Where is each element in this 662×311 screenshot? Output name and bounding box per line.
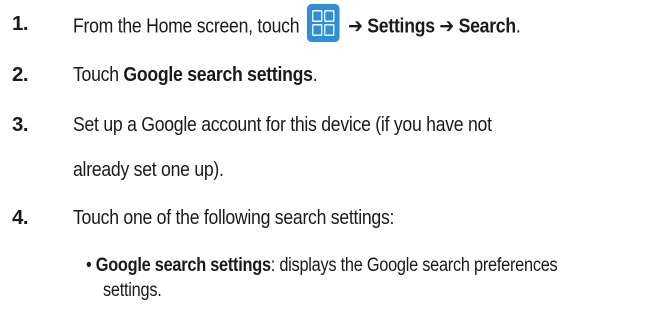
step-number: 3.: [12, 113, 29, 136]
apps-grid-icon: [307, 4, 341, 42]
step-number: 2.: [12, 63, 29, 86]
step-2-period: .: [312, 63, 318, 86]
step-1-settings: Settings: [367, 14, 435, 38]
bullet-marker: •: [86, 255, 92, 276]
step-text: Touch Google search settings.: [73, 63, 318, 87]
step-1-period: .: [515, 14, 521, 38]
step-number: 4.: [12, 206, 29, 229]
bullet-line-1: • Google search settings: displays the G…: [86, 255, 558, 277]
arrow-icon: ➔: [348, 14, 363, 38]
step-2-bold: Google search settings: [123, 63, 313, 86]
step-number: 1.: [12, 12, 29, 35]
step-text-line-2: already set one up).: [73, 158, 224, 181]
step-text-line-1: Set up a Google account for this device …: [73, 113, 492, 136]
step-1-prefix: From the Home screen, touch: [73, 14, 300, 38]
bullet-bold: Google search settings: [95, 255, 271, 276]
bullet-rest: : displays the Google search preferences: [270, 255, 558, 276]
bullet-line-2: settings.: [103, 280, 162, 301]
step-1-search: Search: [458, 14, 517, 38]
step-text: From the Home screen, touch ➔ Settings ➔…: [73, 4, 521, 42]
arrow-icon: ➔: [439, 14, 454, 38]
step-text: Touch one of the following search settin…: [73, 206, 395, 229]
step-2-prefix: Touch: [73, 63, 119, 86]
